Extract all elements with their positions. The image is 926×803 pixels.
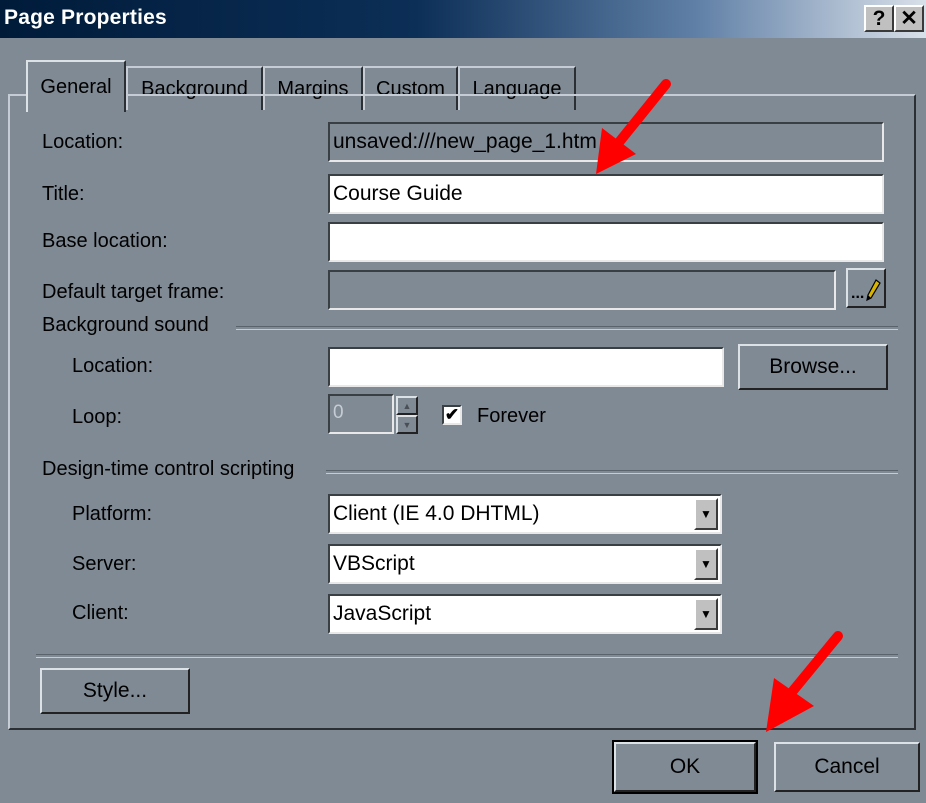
dialog-title: Page Properties — [4, 6, 167, 29]
checkmark-icon: ✔ — [444, 405, 460, 424]
help-button[interactable]: ? — [864, 5, 894, 32]
style-button[interactable]: Style... — [40, 668, 190, 714]
title-label: Title: — [42, 183, 85, 205]
location-field: unsaved:///new_page_1.htm — [328, 122, 884, 162]
spin-up-icon: ▲ — [402, 400, 412, 411]
sound-location-label: Location: — [72, 355, 154, 377]
title-bar: Page Properties ? ✕ — [0, 0, 926, 38]
platform-select[interactable]: Client (IE 4.0 DHTML) ▼ — [328, 494, 722, 534]
loop-count-field[interactable]: 0 — [328, 394, 394, 434]
chevron-down-icon[interactable]: ▼ — [694, 598, 718, 630]
platform-label: Platform: — [72, 503, 153, 525]
sound-location-input[interactable] — [328, 347, 724, 387]
forever-label[interactable]: Forever — [477, 405, 546, 428]
background-sound-group-label: Background sound — [42, 314, 209, 336]
bottom-divider — [36, 654, 898, 658]
base-location-label: Base location: — [42, 230, 168, 252]
scripting-group-label: Design-time control scripting — [42, 458, 295, 480]
client-label: Client: — [72, 602, 129, 624]
ok-button[interactable]: OK — [612, 740, 758, 794]
location-label: Location: — [42, 131, 124, 153]
server-select[interactable]: VBScript ▼ — [328, 544, 722, 584]
background-sound-divider — [236, 326, 898, 330]
server-value: VBScript — [333, 552, 415, 575]
ellipsis-text: ... — [851, 285, 865, 302]
target-frame-button[interactable]: ... — [846, 268, 886, 308]
forever-checkbox[interactable]: ✔ — [442, 405, 462, 425]
title-input[interactable]: Course Guide — [328, 174, 884, 214]
client-value: JavaScript — [333, 602, 432, 625]
default-target-label: Default target frame: — [42, 281, 225, 303]
cancel-button[interactable]: Cancel — [774, 742, 920, 792]
chevron-down-icon[interactable]: ▼ — [694, 548, 718, 580]
spin-down-icon: ▼ — [402, 419, 412, 430]
base-location-input[interactable] — [328, 222, 884, 262]
loop-label: Loop: — [72, 406, 123, 428]
platform-value: Client (IE 4.0 DHTML) — [333, 502, 540, 525]
scripting-divider — [326, 470, 898, 474]
server-label: Server: — [72, 553, 137, 575]
default-target-field — [328, 270, 836, 310]
tab-general[interactable]: General — [26, 60, 126, 112]
chevron-down-icon[interactable]: ▼ — [694, 498, 718, 530]
pencil-icon — [866, 279, 882, 302]
loop-spin-up[interactable]: ▲ — [396, 396, 418, 415]
browse-button[interactable]: Browse... — [738, 344, 888, 390]
client-select[interactable]: JavaScript ▼ — [328, 594, 722, 634]
close-button[interactable]: ✕ — [894, 5, 924, 32]
loop-spin-down[interactable]: ▼ — [396, 415, 418, 434]
